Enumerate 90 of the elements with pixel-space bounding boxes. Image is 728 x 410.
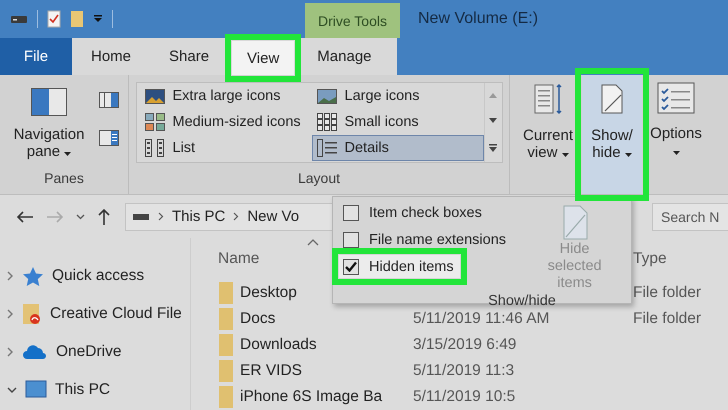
file-name[interactable]: iPhone 6S Image Ba — [240, 388, 382, 406]
folder-icon — [218, 333, 234, 357]
option-label: Hidden items — [369, 258, 454, 274]
nav-item[interactable]: Creative Cloud File — [0, 301, 190, 327]
chevron-right-icon[interactable] — [7, 271, 14, 281]
chevron-down-icon[interactable] — [7, 386, 17, 394]
file-name[interactable]: Desktop — [240, 284, 297, 302]
file-tab[interactable]: File — [0, 38, 72, 75]
date-cell: 5/11/2019 11:3 — [413, 362, 514, 379]
pane-layout-icon — [31, 88, 67, 116]
checkbox-option[interactable]: Hidden items — [339, 255, 460, 278]
option-label: File name extensions — [369, 232, 506, 248]
file-name[interactable]: Downloads — [240, 336, 317, 354]
chevron-down-icon[interactable] — [76, 214, 85, 220]
layout-option[interactable]: Small icons — [312, 109, 484, 135]
checkbox[interactable] — [343, 232, 359, 248]
preview-pane-icon[interactable] — [99, 92, 119, 108]
date-cell: 5/11/2019 11:46 AM — [413, 310, 550, 327]
up-arrow-icon[interactable] — [97, 208, 111, 226]
tiles-icon — [144, 113, 164, 131]
layout-option[interactable]: Extra large icons — [140, 83, 312, 109]
checkbox-option[interactable]: Item check boxes — [343, 201, 526, 224]
list-icon — [144, 139, 164, 157]
monitor-icon — [25, 380, 47, 400]
type-cell: File folder — [633, 310, 702, 328]
ribbon-tab[interactable]: Home — [72, 38, 150, 75]
breadcrumb[interactable]: New Vo — [247, 208, 300, 225]
folder-icon — [22, 303, 42, 325]
layout-option[interactable]: Details — [312, 135, 484, 161]
caret-icon — [672, 151, 680, 155]
checkbox[interactable] — [343, 204, 359, 220]
landscape-icon — [316, 88, 336, 104]
ribbon-tab[interactable]: View — [232, 41, 294, 75]
caret-icon[interactable] — [93, 14, 103, 24]
chevron-right-icon — [158, 212, 164, 221]
column-header[interactable]: Name — [218, 250, 260, 267]
breadcrumb[interactable]: This PC — [172, 208, 226, 225]
contextual-tab[interactable]: Drive Tools — [305, 3, 400, 38]
sort-up-icon[interactable] — [307, 238, 319, 246]
view-button[interactable]: Options — [646, 75, 706, 194]
drive-icon — [132, 212, 150, 220]
expand-gallery-icon[interactable] — [489, 144, 497, 152]
ribbon-tab[interactable]: Share — [150, 38, 228, 75]
caret-icon — [624, 153, 632, 157]
column-header[interactable]: Type — [633, 250, 667, 268]
file-name[interactable]: ER VIDS — [240, 362, 302, 380]
details-pane-icon[interactable] — [99, 130, 119, 146]
checklist-icon[interactable] — [47, 10, 61, 28]
checklist-icon — [656, 81, 696, 115]
ribbon-tab[interactable]: Manage — [298, 38, 391, 75]
layout-option[interactable]: Medium-sized icons — [140, 109, 312, 135]
group-label: Layout — [298, 170, 340, 188]
details-icon — [316, 139, 336, 157]
drive-icon[interactable] — [10, 14, 28, 24]
chevron-right-icon — [233, 212, 240, 221]
window-title: New Volume (E:) — [418, 10, 538, 28]
navigation-pane-button[interactable]: Navigation pane — [9, 82, 89, 161]
chevron-right-icon[interactable] — [7, 309, 14, 319]
back-icon[interactable] — [16, 210, 34, 224]
group-label: Show/hide — [487, 293, 557, 309]
landscape-icon — [144, 88, 164, 104]
folder-icon — [218, 307, 234, 331]
group-label: Panes — [44, 170, 84, 188]
grid-icon — [316, 113, 336, 131]
option-label: Item check boxes — [369, 204, 482, 220]
checkbox-option[interactable]: File name extensions — [343, 228, 526, 251]
cloud-icon — [22, 344, 48, 360]
date-cell: 3/15/2019 6:49 — [413, 336, 516, 353]
folder-icon — [218, 385, 234, 409]
folder-icon — [218, 281, 234, 305]
nav-item[interactable]: This PC — [0, 377, 190, 403]
check-icon — [345, 261, 357, 272]
view-button[interactable]: Show/ hide — [582, 75, 642, 194]
type-cell: File folder — [633, 284, 702, 302]
file-name[interactable]: Docs — [240, 310, 276, 328]
nav-item[interactable]: OneDrive — [0, 339, 190, 365]
view-button[interactable]: Current view — [518, 75, 578, 194]
folder-icon — [218, 359, 234, 383]
caret-icon — [64, 152, 72, 156]
chevron-right-icon[interactable] — [7, 347, 14, 357]
layout-option[interactable]: List — [140, 135, 312, 161]
star-icon — [22, 266, 44, 286]
date-cell: 5/11/2019 10:5 — [413, 388, 516, 405]
layout-option[interactable]: Large icons — [312, 83, 484, 109]
folder-icon[interactable] — [70, 10, 84, 28]
checkbox[interactable] — [343, 258, 359, 274]
nav-item[interactable]: Quick access — [0, 263, 190, 289]
scroll-down-icon[interactable] — [489, 118, 497, 124]
search-field[interactable]: Search N — [652, 202, 728, 230]
caret-icon — [562, 153, 569, 157]
